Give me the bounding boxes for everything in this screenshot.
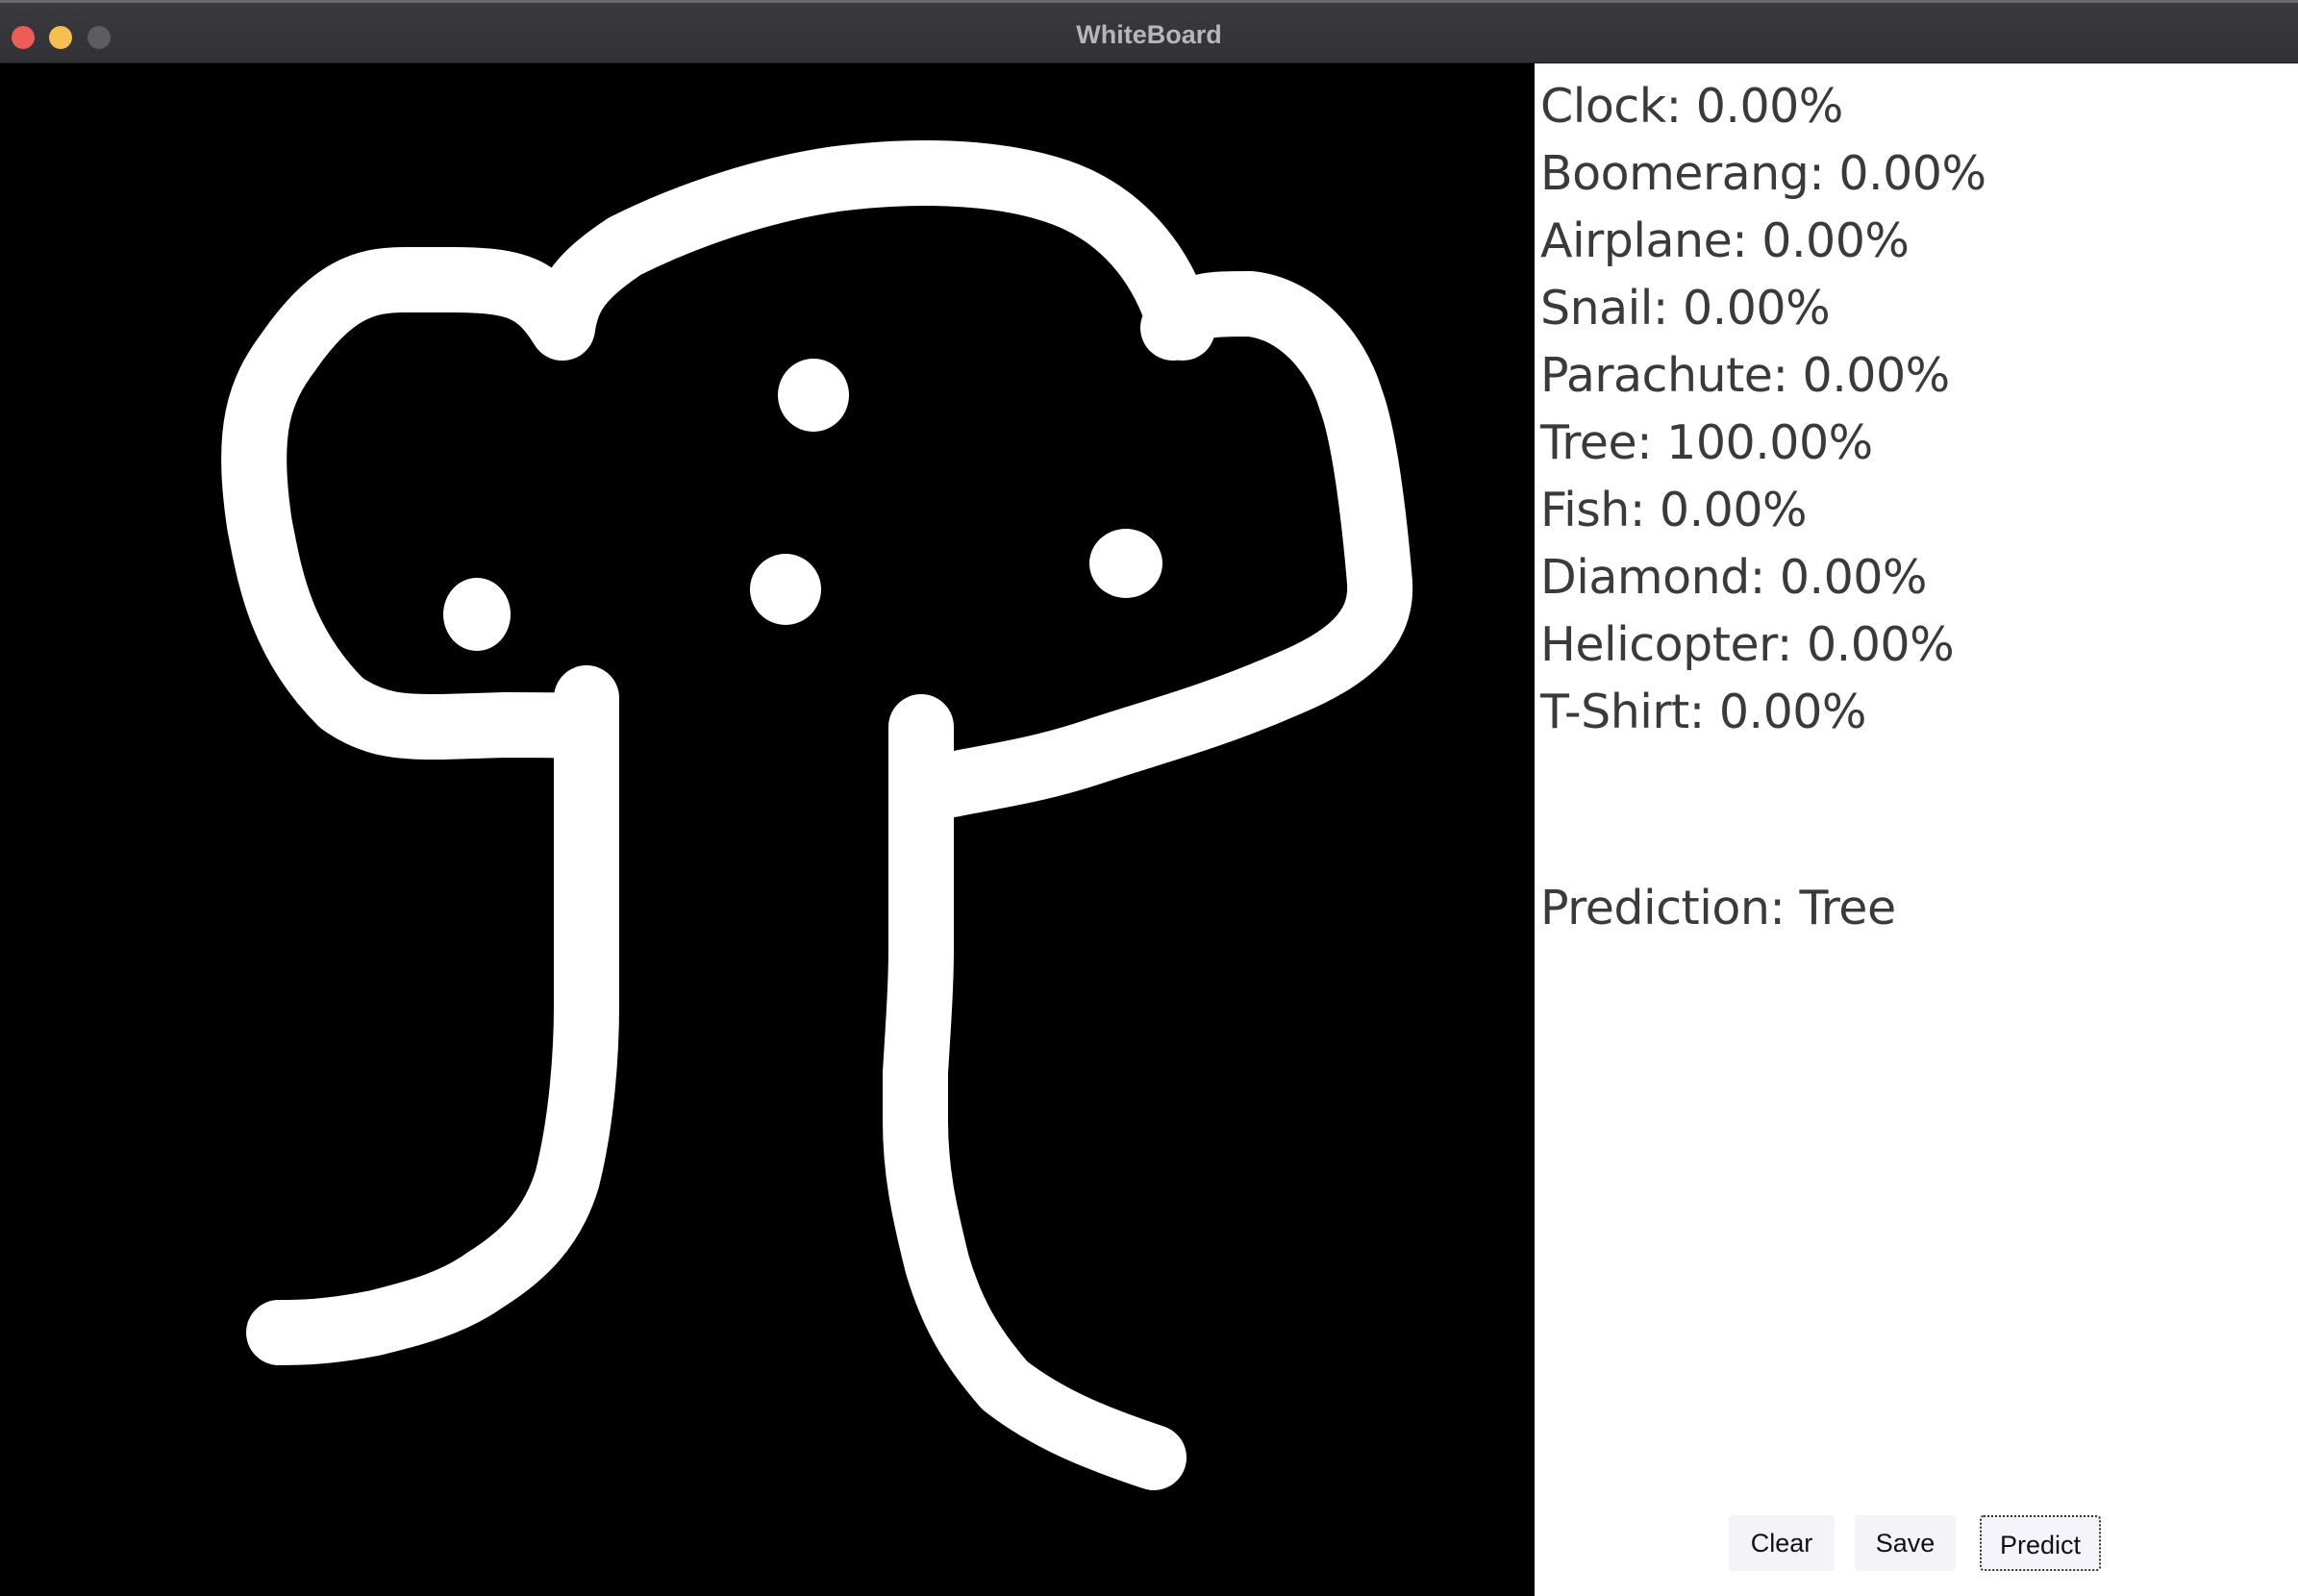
score-tree: Tree: 100.00% bbox=[1540, 415, 1873, 470]
title-bar: WhiteBoard bbox=[0, 0, 2298, 63]
drawing-strokes bbox=[221, 140, 1413, 1490]
clear-button[interactable]: Clear bbox=[1729, 1515, 1835, 1571]
app-window: WhiteBoard Clock: 0.00% Boomerang: 0.00%… bbox=[0, 0, 2298, 1596]
score-list: Clock: 0.00% Boomerang: 0.00% Airplane: … bbox=[1540, 73, 1986, 746]
score-fish: Fish: 0.00% bbox=[1540, 483, 1808, 537]
predict-button[interactable]: Predict bbox=[1980, 1515, 2101, 1571]
fruit-dot bbox=[443, 578, 511, 651]
score-diamond: Diamond: 0.00% bbox=[1540, 550, 1927, 605]
score-clock: Clock: 0.00% bbox=[1540, 79, 1843, 134]
score-tshirt: T-Shirt: 0.00% bbox=[1540, 685, 1866, 739]
score-snail: Snail: 0.00% bbox=[1540, 281, 1831, 336]
fruit-dot bbox=[1089, 529, 1162, 598]
results-panel: Clock: 0.00% Boomerang: 0.00% Airplane: … bbox=[1535, 63, 2298, 1596]
drawing-canvas[interactable] bbox=[0, 63, 1535, 1596]
score-parachute: Parachute: 0.00% bbox=[1540, 348, 1950, 403]
canopy-top-stroke bbox=[530, 140, 1215, 361]
score-airplane: Airplane: 0.00% bbox=[1540, 213, 1910, 268]
left-trunk-stroke bbox=[246, 665, 619, 1365]
right-trunk-stroke bbox=[883, 694, 1186, 1490]
score-boomerang: Boomerang: 0.00% bbox=[1540, 146, 1986, 201]
score-helicopter: Helicopter: 0.00% bbox=[1540, 617, 1955, 672]
prediction-label: Prediction: Tree bbox=[1540, 881, 1896, 935]
button-bar: Clear Save Predict bbox=[1535, 1515, 2298, 1573]
window-title: WhiteBoard bbox=[1076, 20, 1222, 49]
fruit-dots bbox=[443, 359, 1162, 651]
fruit-dot bbox=[750, 554, 821, 625]
fruit-dot bbox=[778, 359, 849, 432]
save-button[interactable]: Save bbox=[1855, 1515, 1956, 1571]
